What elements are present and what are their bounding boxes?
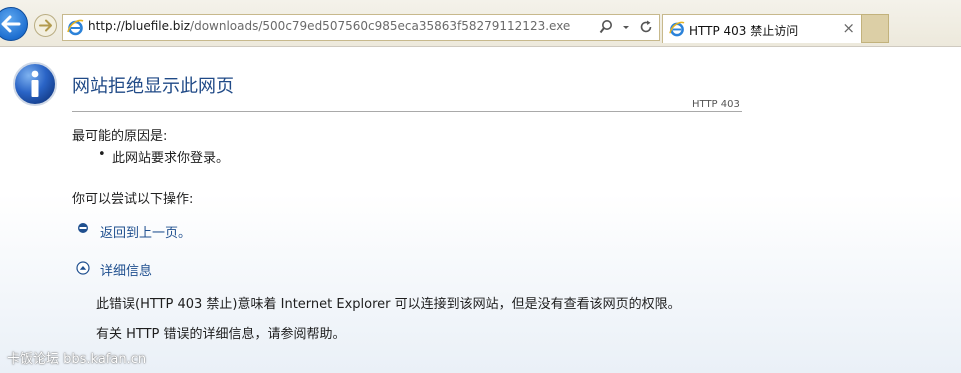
page-title: 网站拒绝显示此网页 [72, 76, 234, 97]
close-icon[interactable]: × [842, 20, 855, 36]
link-bullet-icon [78, 223, 88, 233]
tab-title: HTTP 403 禁止访问 [689, 24, 799, 38]
info-icon [13, 62, 57, 106]
refresh-icon[interactable] [639, 19, 653, 39]
back-arrow-icon [1, 15, 21, 33]
tab-active[interactable]: HTTP 403 禁止访问 × [662, 14, 862, 43]
address-bar[interactable]: http://bluefile.biz/downloads/500c79ed50… [62, 14, 660, 41]
forward-arrow-icon [39, 19, 52, 32]
watermark: 卡饭论坛 bbs.kafan.cn [7, 352, 147, 367]
ie-logo-icon [669, 21, 685, 37]
browser-toolbar: http://bluefile.biz/downloads/500c79ed50… [0, 0, 961, 47]
forward-button[interactable] [34, 14, 57, 37]
more-info-toggle[interactable]: 详细信息 [100, 260, 152, 279]
reason-heading: 最可能的原因是: [72, 129, 168, 144]
search-icon[interactable] [599, 19, 613, 39]
url-path: /downloads/500c79ed507560c985eca35863f58… [190, 19, 571, 33]
back-link[interactable]: 返回到上一页。 [100, 222, 191, 241]
bullet-icon: • [98, 147, 106, 162]
divider [72, 111, 742, 112]
ie-logo-icon [67, 19, 84, 36]
reason-item: 此网站要求你登录。 [112, 151, 230, 166]
try-heading: 你可以尝试以下操作: [72, 192, 194, 207]
chevron-up-icon[interactable] [76, 261, 90, 275]
help-text: 有关 HTTP 错误的详细信息，请参阅帮助。 [96, 327, 346, 342]
detail-text: 此错误(HTTP 403 禁止)意味着 Internet Explorer 可以… [96, 297, 681, 312]
url-text[interactable]: http://bluefile.biz/downloads/500c79ed50… [88, 19, 570, 33]
url-host: http://bluefile.biz [88, 19, 191, 33]
dropdown-icon[interactable] [622, 19, 630, 39]
new-tab-button[interactable] [861, 14, 889, 43]
error-page: 网站拒绝显示此网页 HTTP 403 最可能的原因是: • 此网站要求你登录。 … [0, 47, 961, 373]
back-button[interactable] [0, 7, 28, 41]
status-code: HTTP 403 [692, 99, 740, 110]
